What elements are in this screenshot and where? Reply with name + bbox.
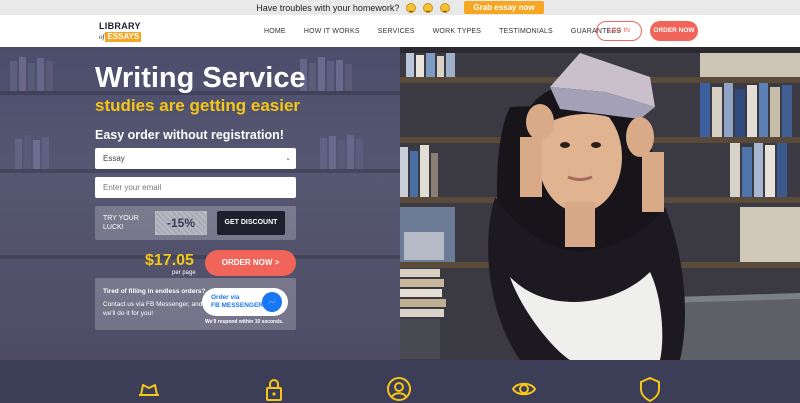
fb-respond-text: We'll respond within 10 seconds. [205, 319, 284, 325]
hat-icon [139, 384, 159, 396]
login-button[interactable]: LOG IN [596, 21, 642, 41]
email-input[interactable] [95, 177, 296, 198]
fb-tired-text: Tired of filling in endless orders? [103, 288, 206, 295]
hero-subtitle: studies are getting easier [95, 96, 301, 115]
per-page-label: per page [172, 270, 196, 276]
shield-icon [640, 376, 660, 402]
nav-home[interactable]: HOME [264, 28, 286, 35]
wow-icon [440, 2, 451, 13]
logo-line1: LIBRARY [99, 21, 141, 31]
user-icon [387, 377, 411, 401]
nav-how-it-works[interactable]: HOW IT WORKS [304, 28, 360, 35]
promo-bar: Have troubles with your homework? Grab e… [0, 0, 800, 15]
star-eyes-icon [423, 2, 434, 13]
logo[interactable]: LIBRARY of ESSAYS [99, 21, 151, 43]
scratch-discount[interactable]: -15% [155, 211, 207, 235]
eye-icon [511, 382, 537, 396]
lock-icon [266, 379, 282, 401]
header: LIBRARY of ESSAYS HOME HOW IT WORKS SERV… [0, 15, 800, 47]
smile-icon [406, 2, 417, 13]
paper-type-value: Essay [103, 154, 125, 163]
student-photo [400, 47, 800, 360]
try-luck-label: TRY YOUR LUCK! [103, 215, 139, 231]
promo-text: Have troubles with your homework? [256, 2, 400, 13]
get-discount-button[interactable]: GET DISCOUNT [217, 211, 285, 235]
main-nav: HOME HOW IT WORKS SERVICES WORK TYPES TE… [264, 15, 639, 47]
fb-messenger-button[interactable]: Order via FB MESSENGER [202, 288, 288, 316]
logo-of: of [99, 33, 105, 41]
order-now-button[interactable]: ORDER NOW > [205, 250, 296, 276]
hero-title: Writing Service [95, 62, 306, 94]
chevron-down-icon: ⌄ [285, 155, 291, 162]
fb-button-line1: Order via [211, 294, 240, 301]
header-order-button[interactable]: ORDER NOW [650, 21, 698, 41]
try-luck-box: TRY YOUR LUCK! -15% GET DISCOUNT [95, 206, 296, 240]
nav-work-types[interactable]: WORK TYPES [433, 28, 482, 35]
hero-photo [400, 47, 800, 360]
fb-contact-text: Contact us via FB Messenger, and we'll d… [103, 301, 203, 317]
grab-essay-button[interactable]: Grab essay now [464, 1, 544, 14]
fb-messenger-box: Tired of filling in endless orders? Cont… [95, 278, 296, 330]
paper-type-select[interactable]: Essay ⌄ [95, 148, 296, 169]
nav-services[interactable]: SERVICES [378, 28, 415, 35]
messenger-icon [262, 292, 282, 312]
fb-button-line2: FB MESSENGER [211, 302, 264, 309]
easy-order-heading: Easy order without registration! [95, 128, 284, 142]
price: $17.05 [145, 252, 194, 269]
logo-essays: ESSAYS [105, 32, 142, 42]
nav-testimonials[interactable]: TESTIMONIALS [499, 28, 553, 35]
